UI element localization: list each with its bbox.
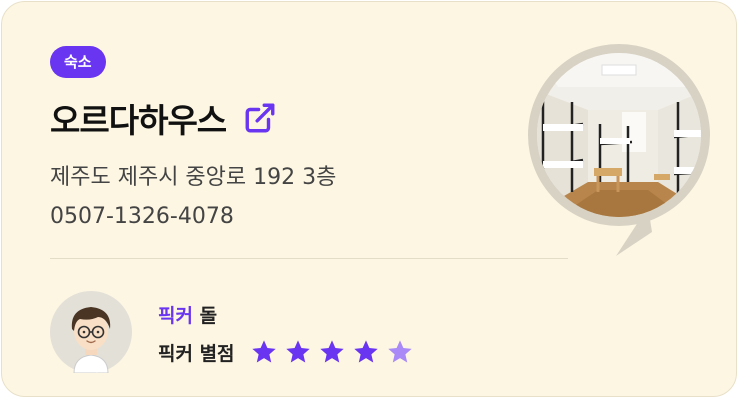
rating-stars: [249, 338, 415, 366]
phone-number[interactable]: 0507-1326-4078: [50, 204, 234, 229]
room-photo: [528, 44, 710, 256]
place-card: 숙소 오르다하우스 제주도 제주시 중앙로 192 3층 0507-1326-4…: [1, 1, 737, 397]
address: 제주도 제주시 중앙로 192 3층: [50, 165, 337, 190]
divider: [50, 258, 568, 259]
rating-label: 픽커 별점: [158, 342, 235, 365]
star-icon: [353, 340, 378, 363]
category-badge: 숙소: [50, 46, 106, 78]
star-icon: [387, 340, 412, 363]
star-icon: [251, 340, 276, 363]
picker-prefix: 픽커: [158, 305, 193, 327]
picker-rating: 픽커 별점: [158, 338, 415, 366]
picker-avatar: [50, 291, 132, 373]
picker-nickname: 돌: [199, 305, 218, 327]
picker-name: 픽커 돌: [158, 301, 217, 328]
star-icon: [285, 340, 310, 363]
place-name: 오르다하우스: [50, 101, 227, 140]
star-icon: [319, 340, 344, 363]
external-link-icon: [245, 103, 275, 133]
title-row: 오르다하우스: [50, 94, 278, 142]
external-link-button[interactable]: [242, 100, 278, 136]
